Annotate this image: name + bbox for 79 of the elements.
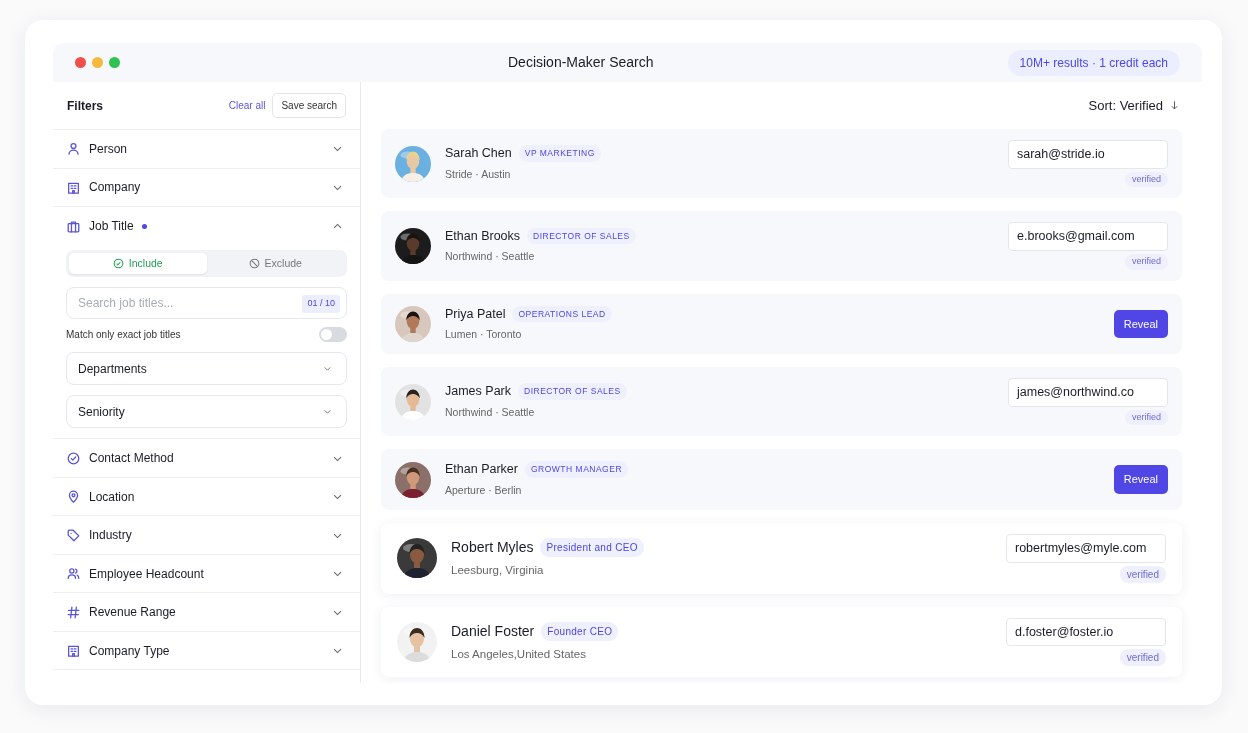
email-field[interactable]: robertmyles@myle.com [1006, 533, 1166, 563]
job-title-badge: Founder CEO [541, 621, 619, 641]
filter-row[interactable]: Location [53, 477, 360, 517]
mode-tab[interactable]: Include [69, 252, 207, 275]
window-title: Decision-Maker Search [508, 53, 654, 72]
job-title-badge: DIRECTOR OF SALES [518, 383, 627, 401]
prohibited-icon [248, 257, 260, 269]
person-name: Sarah Chen [445, 145, 512, 163]
mode-tab[interactable]: Exclude [206, 252, 344, 275]
email-field[interactable]: james@northwind.co [1008, 378, 1168, 407]
filter-label: Job Title [89, 218, 134, 236]
filter-row[interactable]: Person [53, 130, 360, 169]
check-circle-icon [67, 451, 80, 465]
filter-label: Contact Method [89, 450, 174, 467]
check-circle-icon [112, 257, 124, 269]
maximize-dot[interactable] [109, 57, 120, 68]
location-pin-icon [67, 490, 80, 503]
filter-label: Company Type [89, 642, 170, 660]
filter-label: Industry [89, 527, 132, 544]
building-icon [67, 644, 80, 657]
people-icon [67, 567, 80, 580]
verified-badge: verified [1125, 409, 1168, 426]
building-icon [67, 180, 80, 194]
person-name: Robert Myles [451, 538, 534, 557]
person-name: James Park [445, 383, 511, 401]
job-title-badge: DIRECTOR OF SALES [527, 227, 636, 245]
sort-dropdown[interactable]: Sort: Verified [1088, 95, 1163, 116]
company-location: Aperture · Berlin [445, 483, 523, 498]
company-location: Lumen · Toronto [445, 327, 523, 343]
arrow-down-icon [1169, 100, 1180, 111]
email-field[interactable]: sarah@stride.io [1008, 140, 1168, 169]
person-name: Priya Patel [445, 305, 506, 323]
select-dropdown[interactable]: Seniority [66, 395, 347, 429]
company-location: Leesburg, Virginia [451, 563, 545, 578]
filters-title: Filters [67, 97, 103, 115]
person-name: Daniel Foster [451, 621, 535, 641]
save-search-button[interactable]: Save search [272, 93, 346, 118]
job-title-badge: VP MARKETING [518, 145, 601, 163]
reveal-button[interactable]: Reveal [1113, 309, 1168, 338]
person-name: Ethan Parker [445, 461, 518, 479]
company-location: Northwind · Seattle [445, 405, 536, 421]
tag-icon [67, 528, 80, 542]
filter-row[interactable]: Company Type [53, 631, 360, 671]
verified-badge: verified [1125, 171, 1168, 188]
counter-badge: 01 / 10 [302, 295, 340, 313]
reveal-button[interactable]: Reveal [1113, 465, 1168, 494]
filter-row[interactable]: Company [53, 168, 360, 207]
job-title-badge: OPERATIONS LEAD [512, 305, 612, 323]
verified-badge: verified [1119, 649, 1166, 667]
toggle-switch[interactable] [319, 327, 347, 343]
person-name: Ethan Brooks [445, 227, 521, 245]
filter-row[interactable]: Job Title [53, 207, 360, 246]
email-field[interactable]: d.foster@foster.io [1006, 617, 1166, 647]
hash-icon [67, 605, 80, 619]
filter-row[interactable]: Revenue Range [53, 593, 360, 632]
select-dropdown[interactable]: Departments [66, 352, 347, 386]
verified-badge: verified [1125, 254, 1168, 270]
job-title-badge: GROWTH MANAGER [524, 461, 629, 478]
close-dot[interactable] [75, 57, 86, 68]
results-badge: 10M+ results · 1 credit each [1007, 49, 1180, 76]
clear-all-link[interactable]: Clear all [228, 98, 266, 113]
filter-row[interactable]: Employee Headcount [53, 554, 360, 594]
company-location: Stride · Austin [445, 167, 512, 183]
person-icon [67, 142, 80, 156]
job-title-badge: President and CEO [540, 538, 644, 557]
filter-label: Location [89, 488, 135, 506]
toggle-label: Match only exact job titles [66, 328, 181, 343]
minimize-dot[interactable] [92, 57, 103, 68]
filter-label: Employee Headcount [89, 565, 204, 583]
filter-label: Person [89, 140, 128, 158]
filter-label: Revenue Range [89, 604, 176, 621]
filter-row[interactable]: Industry [53, 516, 360, 555]
company-location: Los Angeles,United States [451, 646, 587, 662]
email-field[interactable]: e.brooks@gmail.com [1008, 222, 1168, 251]
filter-label: Company [89, 179, 141, 197]
filter-row[interactable]: Contact Method [53, 439, 360, 478]
briefcase-icon [67, 219, 80, 233]
company-location: Northwind · Seattle [445, 249, 536, 265]
verified-badge: verified [1119, 565, 1166, 583]
